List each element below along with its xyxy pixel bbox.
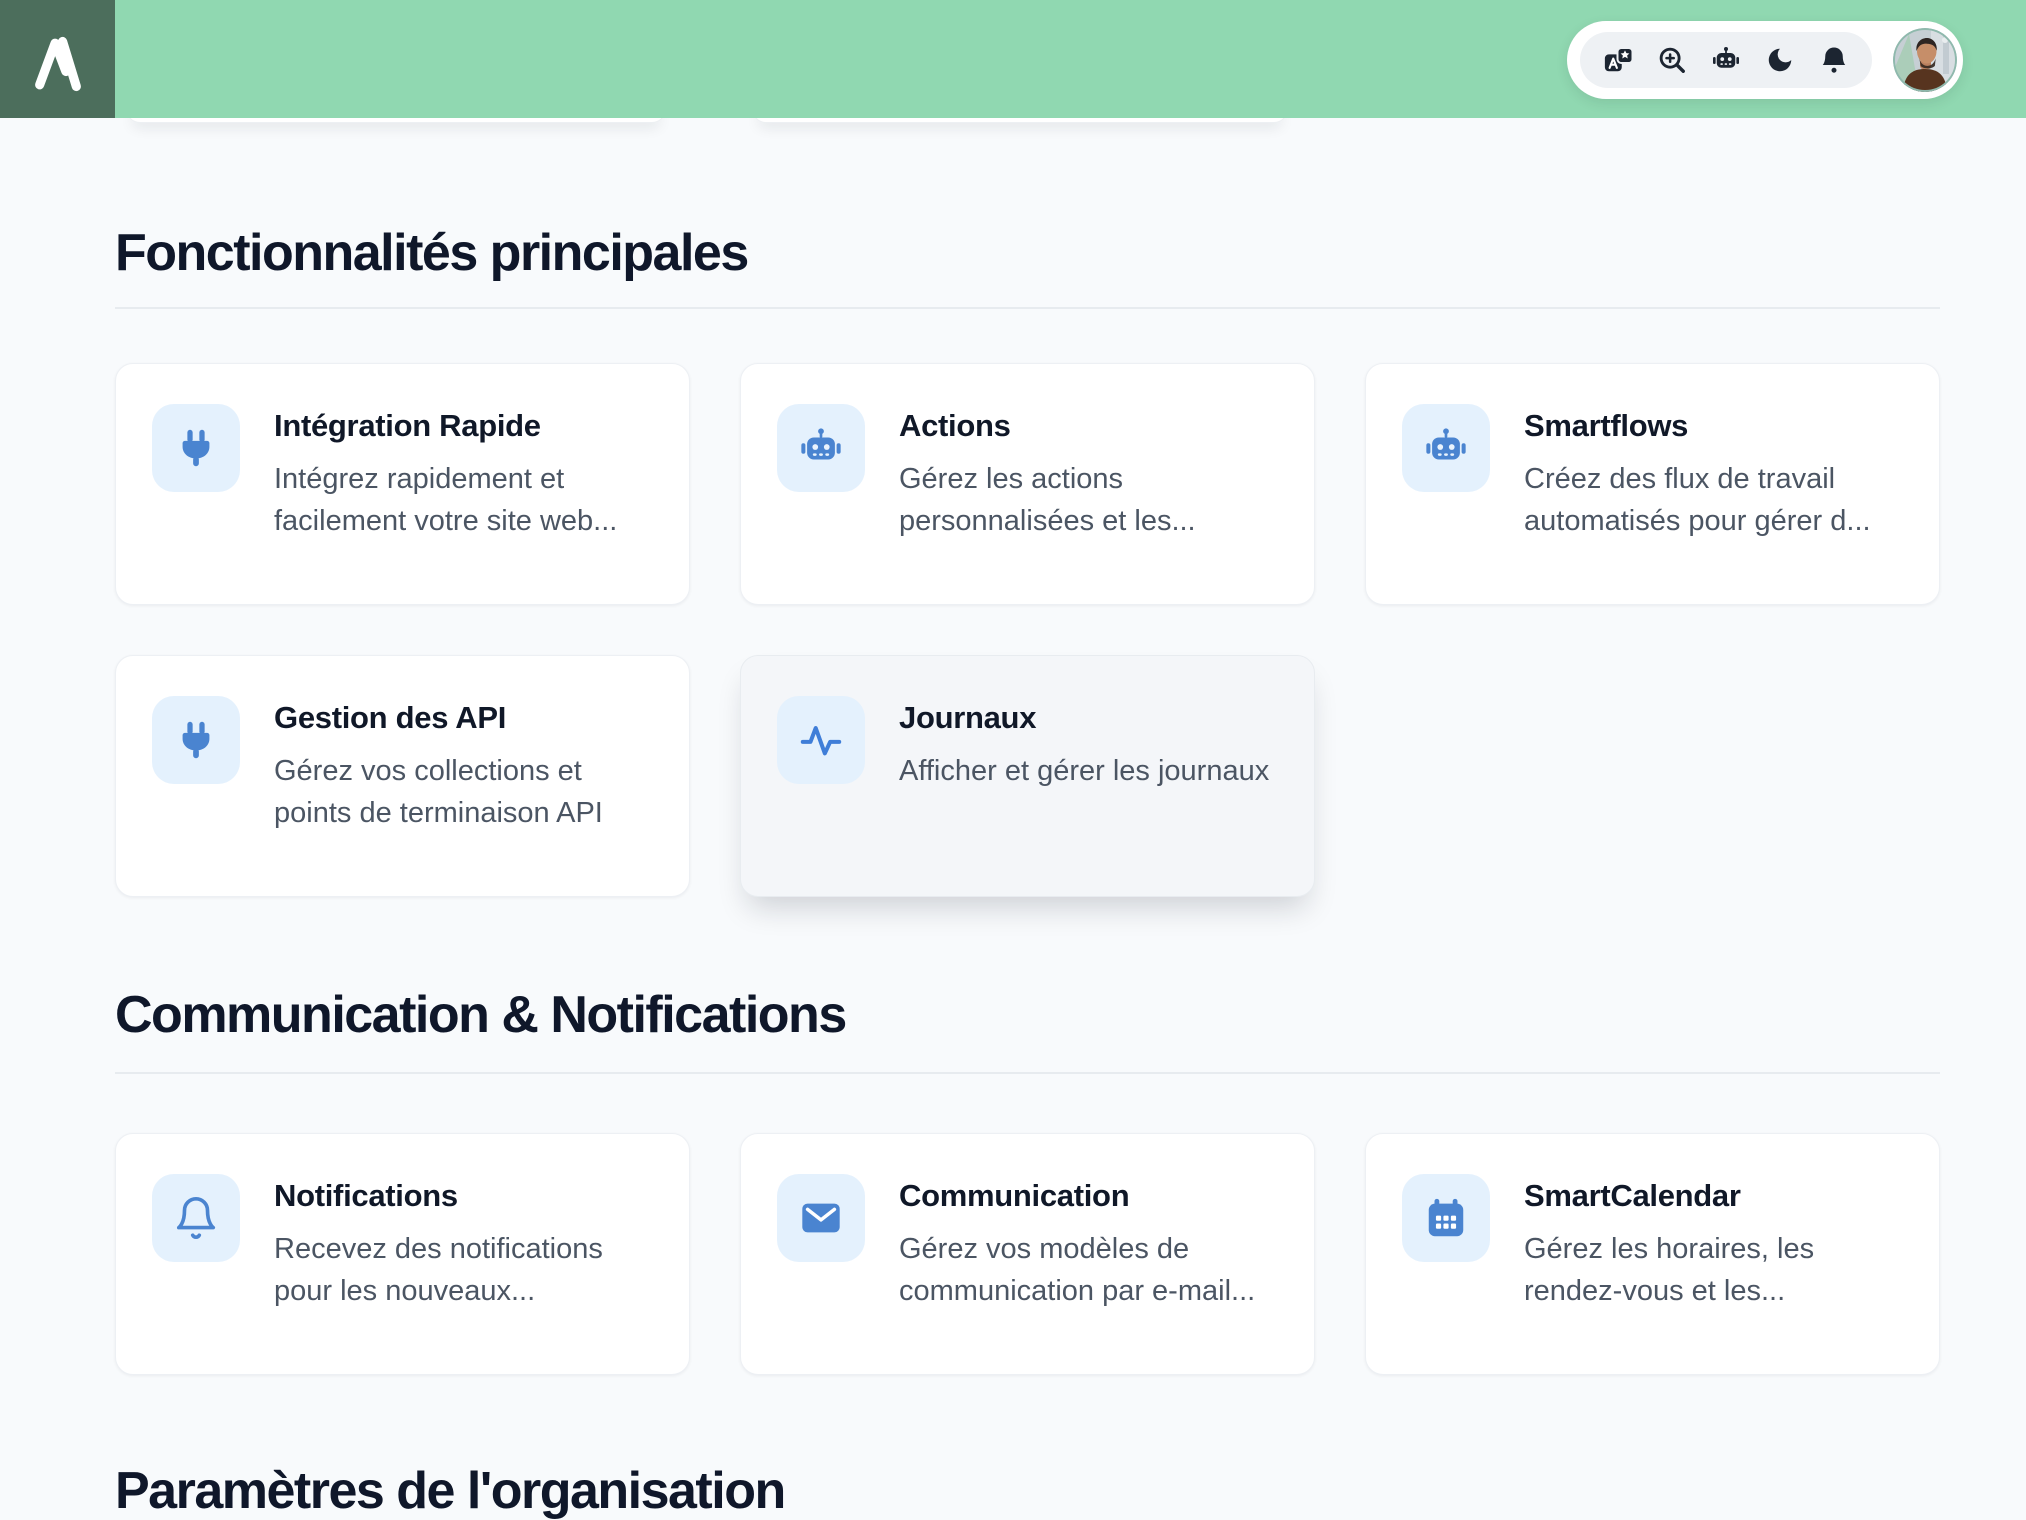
section-title: Communication & Notifications <box>115 986 846 1044</box>
avatar-photo <box>1893 28 1957 92</box>
card-title: Actions <box>899 408 1278 444</box>
calendar-icon <box>1402 1174 1490 1262</box>
notifications-button[interactable] <box>1814 40 1854 80</box>
bell-icon <box>1819 45 1849 75</box>
translate-button[interactable] <box>1598 40 1638 80</box>
robot-icon <box>1402 404 1490 492</box>
activity-icon <box>777 696 865 784</box>
card-gestion-des-api[interactable]: Gestion des API Gérez vos collections et… <box>115 655 690 897</box>
zoom-button[interactable] <box>1652 40 1692 80</box>
mail-icon <box>777 1174 865 1262</box>
section-title: Fonctionnalités principales <box>115 224 748 282</box>
card-title: SmartCalendar <box>1524 1178 1903 1214</box>
zoom-in-icon <box>1657 45 1687 75</box>
section-title: Paramètres de l'organisation <box>115 1462 785 1520</box>
user-avatar[interactable] <box>1893 28 1957 92</box>
page: Fonctionnalités principales Intégration … <box>0 0 2026 1520</box>
mountain-logo-icon <box>18 19 98 99</box>
card-smartcalendar[interactable]: SmartCalendar Gérez les horaires, les re… <box>1365 1133 1940 1375</box>
card-title: Gestion des API <box>274 700 653 736</box>
translate-icon <box>1603 45 1633 75</box>
card-description: Gérez vos modèles de communication par e… <box>899 1228 1278 1312</box>
card-description: Gérez vos collections et points de termi… <box>274 750 653 834</box>
card-integration-rapide[interactable]: Intégration Rapide Intégrez rapidement e… <box>115 363 690 605</box>
app-header <box>0 0 2026 118</box>
card-title: Smartflows <box>1524 408 1903 444</box>
header-toolbar <box>1567 21 1963 99</box>
card-description: Afficher et gérer les journaux <box>899 750 1269 792</box>
app-logo[interactable] <box>0 0 115 118</box>
robot-icon <box>1711 45 1741 75</box>
section-divider <box>115 1072 1940 1074</box>
assistant-button[interactable] <box>1706 40 1746 80</box>
card-notifications[interactable]: Notifications Recevez des notifications … <box>115 1133 690 1375</box>
robot-icon <box>777 404 865 492</box>
bell-icon <box>152 1174 240 1262</box>
card-communication[interactable]: Communication Gérez vos modèles de commu… <box>740 1133 1315 1375</box>
plug-icon <box>152 404 240 492</box>
card-description: Recevez des notifications pour les nouve… <box>274 1228 653 1312</box>
card-journaux[interactable]: Journaux Afficher et gérer les journaux <box>740 655 1315 897</box>
card-smartflows[interactable]: Smartflows Créez des flux de travail aut… <box>1365 363 1940 605</box>
card-title: Notifications <box>274 1178 653 1214</box>
card-description: Créez des flux de travail automatisés po… <box>1524 458 1903 542</box>
card-title: Journaux <box>899 700 1269 736</box>
card-description: Gérez les actions personnalisées et les.… <box>899 458 1278 542</box>
card-actions[interactable]: Actions Gérez les actions personnalisées… <box>740 363 1315 605</box>
card-title: Communication <box>899 1178 1278 1214</box>
moon-icon <box>1765 45 1795 75</box>
card-title: Intégration Rapide <box>274 408 653 444</box>
plug-icon <box>152 696 240 784</box>
section-divider <box>115 307 1940 309</box>
toolbar-icon-group <box>1580 32 1872 88</box>
card-description: Gérez les horaires, les rendez-vous et l… <box>1524 1228 1903 1312</box>
dark-mode-button[interactable] <box>1760 40 1800 80</box>
card-description: Intégrez rapidement et facilement votre … <box>274 458 653 542</box>
